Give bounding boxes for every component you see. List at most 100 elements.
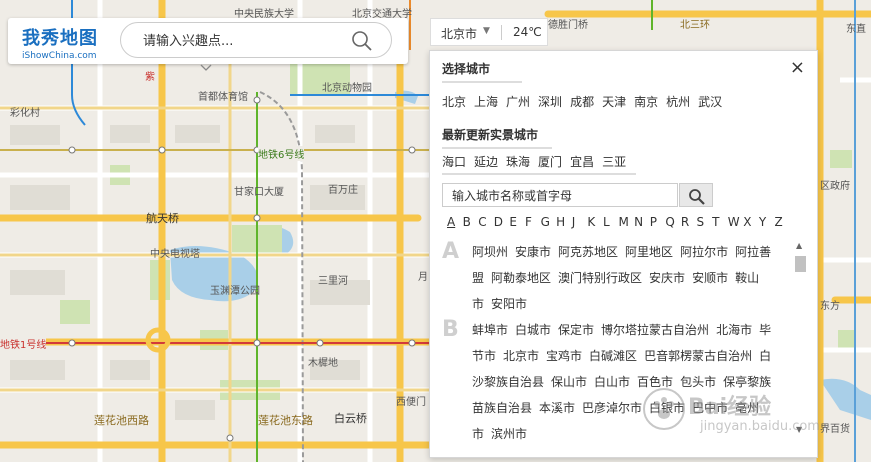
latest-city-link[interactable]: 厦门: [538, 155, 562, 169]
city-link[interactable]: 毕: [759, 323, 771, 337]
city-link[interactable]: 市: [472, 297, 484, 311]
letter-index-item[interactable]: K: [587, 215, 603, 229]
city-link[interactable]: 盟: [472, 271, 484, 285]
latest-city-link[interactable]: 宜昌: [570, 155, 594, 169]
map-label-yuyuantan: 玉渊潭公园: [210, 286, 260, 297]
latest-city-link[interactable]: 延边: [474, 155, 498, 169]
letter-index-item[interactable]: X: [743, 215, 759, 229]
city-link[interactable]: 巴彦淖尔市: [582, 401, 642, 415]
caret-down-icon[interactable]: ▼: [483, 26, 490, 36]
map-label-deshengmen: 德胜门桥: [548, 20, 588, 31]
city-link[interactable]: 白: [759, 349, 771, 363]
letter-index-item[interactable]: L: [603, 215, 619, 229]
city-search-input[interactable]: [450, 187, 674, 205]
city-link[interactable]: 阿里地区: [625, 245, 673, 259]
city-link[interactable]: 澳门特别行政区: [558, 271, 642, 285]
city-link[interactable]: 阿克苏地区: [558, 245, 618, 259]
city-link[interactable]: 宝鸡市: [546, 349, 582, 363]
city-link[interactable]: 阿拉尔市: [680, 245, 728, 259]
map-label-beisanhuan: 北三环: [680, 20, 710, 31]
letter-index-item[interactable]: F: [525, 215, 541, 229]
city-link[interactable]: 白城市: [515, 323, 551, 337]
city-link[interactable]: 节市: [472, 349, 496, 363]
letter-index-item[interactable]: Z: [774, 215, 790, 229]
city-link[interactable]: 博尔塔拉蒙古自治州: [601, 323, 709, 337]
watermark-logo: Bai经验 jingyan.baidu.com: [636, 383, 836, 443]
letter-index-item[interactable]: R: [681, 215, 697, 229]
latest-city-link[interactable]: 珠海: [506, 155, 530, 169]
scroll-thumb[interactable]: [795, 256, 806, 272]
hot-city-link[interactable]: 杭州: [666, 95, 690, 109]
watermark-text: Bai经验: [688, 395, 772, 420]
hot-city-link[interactable]: 广州: [506, 95, 530, 109]
hot-city-link[interactable]: 武汉: [698, 95, 722, 109]
top-search-bar: 我秀地图 iShowChina.com: [8, 18, 408, 64]
hot-city-link[interactable]: 成都: [570, 95, 594, 109]
city-link[interactable]: 巴音郭楞蒙古自治州: [644, 349, 752, 363]
close-icon[interactable]: ×: [790, 57, 805, 78]
city-link[interactable]: 安顺市: [692, 271, 728, 285]
city-link[interactable]: 阿拉善: [735, 245, 771, 259]
city-link[interactable]: 北海市: [716, 323, 752, 337]
search-input[interactable]: [141, 31, 345, 51]
letter-index-item[interactable]: W: [728, 215, 744, 229]
scroll-up-icon[interactable]: ▲: [796, 241, 802, 250]
city-search-box: [442, 183, 678, 207]
letter-index-item[interactable]: H: [556, 215, 572, 229]
group-city-lines: 阿坝州 安康市 阿克苏地区 阿里地区 阿拉尔市 阿拉善盟阿勒泰地区 澳门特别行政区 安庆市 安顺…: [472, 239, 782, 317]
watermark-url: jingyan.baidu.com: [700, 419, 820, 434]
search-icon[interactable]: [351, 30, 373, 52]
letter-index: ABCDEFGHJKLMNPQRSTWXYZ: [447, 215, 790, 229]
hot-city-link[interactable]: 南京: [634, 95, 658, 109]
city-selector[interactable]: 北京市 ▼ 24℃: [430, 18, 548, 46]
letter-index-item[interactable]: C: [478, 215, 494, 229]
city-link[interactable]: 北京市: [503, 349, 539, 363]
city-link[interactable]: 安阳市: [491, 297, 527, 311]
city-link[interactable]: 滨州市: [491, 427, 527, 441]
map-label-ganjiakou: 甘家口大厦: [234, 187, 284, 198]
city-link[interactable]: 保定市: [558, 323, 594, 337]
current-city[interactable]: 北京市: [441, 25, 477, 42]
chevron-down-icon[interactable]: [200, 64, 212, 72]
hot-city-link[interactable]: 天津: [602, 95, 626, 109]
divider: [501, 25, 502, 40]
city-link[interactable]: 白山市: [594, 375, 630, 389]
hot-city-link[interactable]: 上海: [474, 95, 498, 109]
city-link[interactable]: 阿勒泰地区: [491, 271, 551, 285]
letter-index-item[interactable]: T: [712, 215, 728, 229]
city-link[interactable]: 阿坝州: [472, 245, 508, 259]
map-label-baiwanzhuang: 百万庄: [328, 185, 358, 196]
letter-index-item[interactable]: E: [509, 215, 525, 229]
city-link[interactable]: 沙黎族自治县: [472, 375, 544, 389]
city-link[interactable]: 安庆市: [649, 271, 685, 285]
city-link[interactable]: 鞍山: [735, 271, 759, 285]
map-label-line6: 地铁6号线: [258, 146, 305, 161]
hot-city-link[interactable]: 深圳: [538, 95, 562, 109]
map-label-hangtianqiao: 航天桥: [146, 212, 179, 225]
letter-index-item[interactable]: Q: [665, 215, 681, 229]
city-link[interactable]: 市: [472, 427, 484, 441]
letter-index-item[interactable]: N: [634, 215, 650, 229]
hot-city-link[interactable]: 北京: [442, 95, 466, 109]
city-link[interactable]: 白碱滩区: [589, 349, 637, 363]
letter-index-item[interactable]: S: [697, 215, 713, 229]
group-letter: B: [442, 317, 459, 342]
select-city-title: 选择城市: [442, 62, 491, 76]
city-link[interactable]: 安康市: [515, 245, 551, 259]
city-link[interactable]: 本溪市: [539, 401, 575, 415]
letter-index-item[interactable]: J: [572, 215, 588, 229]
city-link[interactable]: 蚌埠市: [472, 323, 508, 337]
city-search-button[interactable]: [679, 183, 713, 207]
letter-index-item[interactable]: P: [650, 215, 666, 229]
letter-index-item[interactable]: G: [541, 215, 557, 229]
city-link[interactable]: 苗族自治县: [472, 401, 532, 415]
latest-city-link[interactable]: 海口: [442, 155, 466, 169]
letter-index-item[interactable]: D: [494, 215, 510, 229]
site-logo[interactable]: 我秀地图 iShowChina.com: [22, 24, 122, 61]
latest-city-link[interactable]: 三亚: [602, 155, 626, 169]
letter-index-item[interactable]: M: [619, 215, 635, 229]
letter-index-item[interactable]: B: [463, 215, 479, 229]
city-link[interactable]: 保山市: [551, 375, 587, 389]
letter-index-item[interactable]: A: [447, 215, 463, 229]
letter-index-item[interactable]: Y: [759, 215, 775, 229]
